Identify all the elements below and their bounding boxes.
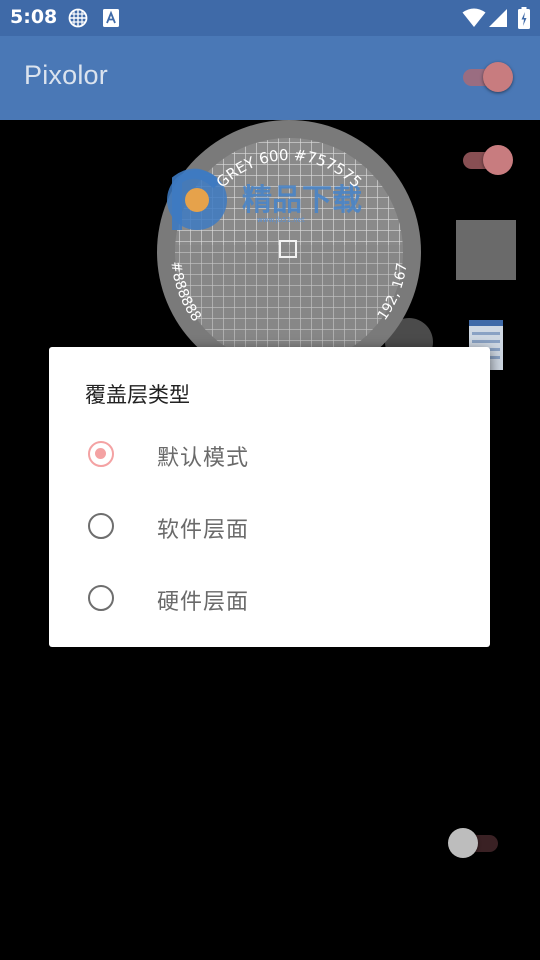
globe-icon	[68, 8, 88, 28]
thumbnail-line	[472, 340, 500, 343]
status-bar: 5:08	[0, 0, 540, 36]
color-magnifier[interactable]: 精品下载 www.jb51.net GREY 600 #757575 #8888…	[157, 120, 421, 384]
option-software-layer[interactable]: 软件层面	[49, 496, 490, 560]
battery-charging-icon	[518, 7, 530, 29]
thumbnail-header	[469, 320, 503, 326]
wifi-icon	[462, 8, 486, 27]
overlay-toggle[interactable]	[457, 143, 513, 177]
toggle-thumb	[483, 145, 513, 175]
toggle-thumb	[448, 828, 478, 858]
radio-selected[interactable]	[88, 441, 114, 467]
option-label: 默认模式	[157, 446, 250, 471]
option-label: 软件层面	[157, 518, 250, 543]
app-title: Pixolor	[24, 60, 108, 90]
toggle-thumb	[483, 62, 513, 92]
dialog-title: 覆盖层类型	[85, 383, 190, 407]
radio-unselected[interactable]	[88, 513, 114, 539]
bottom-toggle[interactable]	[448, 826, 504, 860]
option-label: 硬件层面	[157, 590, 250, 615]
watermark-text: 精品下载	[242, 183, 362, 218]
option-hardware-layer[interactable]: 硬件层面	[49, 568, 490, 632]
color-swatch[interactable]	[456, 220, 516, 280]
thumbnail-line	[472, 332, 500, 335]
watermark-subtext: www.jb51.net	[257, 216, 305, 224]
radio-unselected[interactable]	[88, 585, 114, 611]
signal-icon	[489, 9, 507, 27]
overlay-type-dialog: 覆盖层类型 默认模式 软件层面 硬件层面	[49, 347, 490, 647]
option-default-mode[interactable]: 默认模式	[49, 424, 490, 488]
font-a-icon	[103, 9, 119, 27]
app-bar-toggle[interactable]	[457, 60, 513, 94]
status-time: 5:08	[10, 6, 58, 28]
